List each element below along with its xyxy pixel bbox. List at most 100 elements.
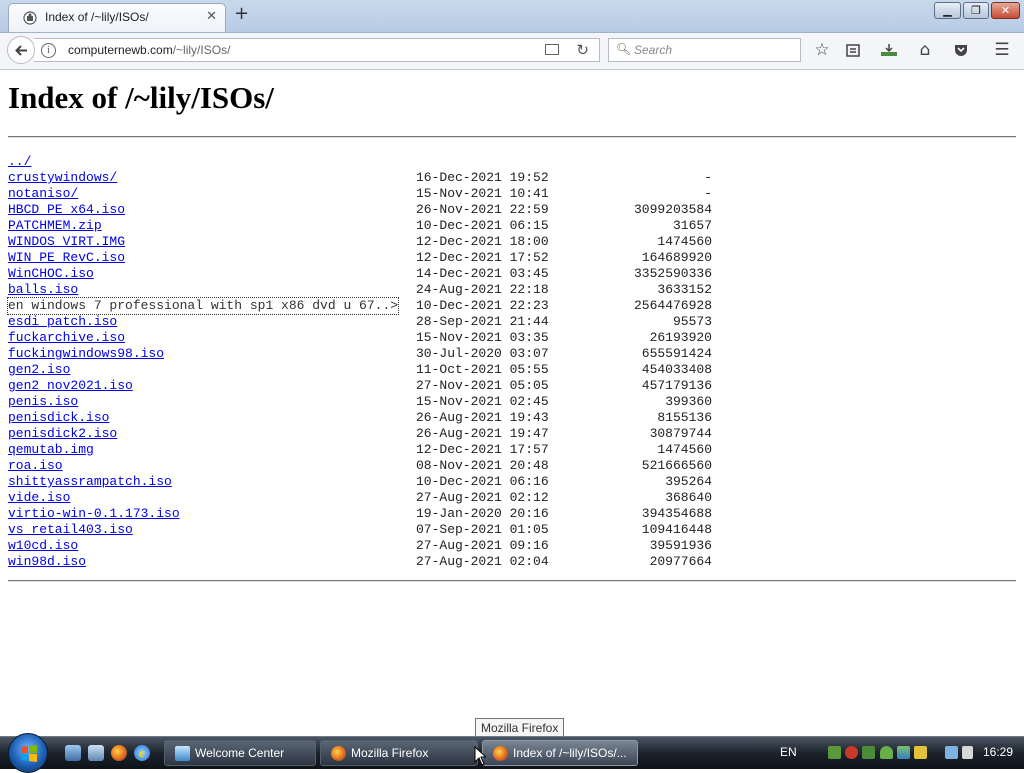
file-size: 2564476928	[633, 298, 712, 313]
file-link[interactable]: WinCHOC.iso	[8, 266, 94, 282]
network-tray-icon[interactable]	[828, 746, 841, 759]
file-link[interactable]: vide.iso	[8, 490, 70, 506]
taskbar-button-firefox[interactable]: Mozilla Firefox	[320, 740, 478, 766]
reload-icon[interactable]: ↻	[576, 41, 589, 59]
file-link[interactable]: win98d.iso	[8, 554, 86, 570]
folder-tray-icon[interactable]	[914, 746, 927, 759]
modified-date: 10-Dec-2021 06:16	[416, 474, 549, 489]
menu-hamburger-icon[interactable]: ☰	[991, 39, 1013, 61]
site-info-icon[interactable]: i	[41, 43, 56, 58]
file-size: 394354688	[641, 506, 712, 521]
file-size: 26193920	[649, 330, 712, 345]
windows-logo-icon	[21, 745, 37, 762]
file-link[interactable]: esdi patch.iso	[8, 314, 117, 330]
bookmark-star-icon[interactable]: ☆	[811, 39, 833, 61]
pocket-icon[interactable]	[950, 39, 972, 61]
internet-explorer-icon[interactable]: e	[134, 745, 150, 761]
modified-date: 24-Aug-2021 22:18	[416, 282, 549, 297]
firefox-quicklaunch-icon[interactable]	[111, 745, 127, 761]
update-tray-icon[interactable]	[862, 746, 875, 759]
reader-view-icon[interactable]	[545, 44, 559, 55]
file-link[interactable]: fuckarchive.iso	[8, 330, 125, 346]
file-link[interactable]: virtio-win-0.1.173.iso	[8, 506, 180, 522]
modified-date: 27-Nov-2021 05:05	[416, 378, 549, 393]
maximize-button[interactable]: ❐	[963, 2, 989, 19]
language-indicator[interactable]: EN	[780, 745, 797, 759]
back-arrow-icon	[15, 45, 27, 56]
file-link[interactable]: qemutab.img	[8, 442, 94, 458]
taskbar-button-index-of-isos[interactable]: Index of /~lily/ISOs/...	[482, 740, 638, 766]
taskbar-button-label: Index of /~lily/ISOs/...	[513, 746, 627, 760]
modified-date: 12-Dec-2021 17:52	[416, 250, 549, 265]
switch-windows-icon[interactable]	[88, 745, 104, 761]
file-link[interactable]: penisdick2.iso	[8, 426, 117, 442]
user-tray-icon[interactable]	[880, 746, 893, 759]
security-alert-tray-icon[interactable]	[845, 746, 858, 759]
tab-title: Index of /~lily/ISOs/	[45, 10, 149, 24]
url-text[interactable]: computernewb.com/~lily/ISOs/	[68, 43, 230, 57]
welcome-center-icon	[175, 746, 190, 761]
directory-link[interactable]: crustywindows/	[8, 170, 117, 186]
sync-tray-icon[interactable]	[897, 746, 910, 759]
file-link[interactable]: fuckingwindows98.iso	[8, 346, 164, 362]
minimize-icon: ▁	[943, 4, 952, 17]
file-link[interactable]: en windows 7 professional with sp1 x86 d…	[6, 297, 400, 315]
file-link[interactable]: PATCHMEM.zip	[8, 218, 102, 234]
file-link[interactable]: w10cd.iso	[8, 538, 78, 554]
close-window-button[interactable]: ✕	[991, 2, 1020, 19]
start-button[interactable]	[8, 733, 48, 773]
minimize-button[interactable]: ▁	[934, 2, 961, 19]
modified-date: 14-Dec-2021 03:45	[416, 266, 549, 281]
tab-close-icon[interactable]: ✕	[206, 9, 217, 24]
tab-strip: Index of /~lily/ISOs/ ✕ + ▁ ❐ ✕	[0, 0, 1024, 33]
file-link[interactable]: gen2.iso	[8, 362, 70, 378]
close-icon: ✕	[1000, 4, 1011, 17]
file-link[interactable]: roa.iso	[8, 458, 63, 474]
file-link[interactable]: HBCD PE x64.iso	[8, 202, 125, 218]
home-icon[interactable]: ⌂	[914, 39, 936, 61]
file-size: -	[704, 186, 712, 201]
volume-tray-icon[interactable]	[962, 746, 973, 759]
file-link[interactable]: penisdick.iso	[8, 410, 109, 426]
new-tab-button[interactable]: +	[234, 5, 249, 23]
file-size: 655591424	[641, 346, 712, 361]
file-link[interactable]: gen2 nov2021.iso	[8, 378, 133, 394]
file-size: 20977664	[649, 554, 712, 569]
firefox-icon	[493, 746, 508, 761]
url-bar[interactable]: i computernewb.com/~lily/ISOs/ ↻	[34, 38, 600, 62]
file-link[interactable]: WIN PE RevC.iso	[8, 250, 125, 266]
taskbar-button-label: Mozilla Firefox	[351, 746, 429, 760]
modified-date: 10-Dec-2021 06:15	[416, 218, 549, 233]
modified-date: 19-Jan-2020 20:16	[416, 506, 549, 521]
network-connection-tray-icon[interactable]	[945, 746, 958, 759]
show-desktop-icon[interactable]	[65, 745, 81, 761]
file-size: 395264	[665, 474, 712, 489]
tab-index-of-isos[interactable]: Index of /~lily/ISOs/ ✕	[8, 3, 226, 32]
back-button[interactable]	[7, 36, 35, 64]
file-link[interactable]: shittyassrampatch.iso	[8, 474, 172, 490]
modified-date: 28-Sep-2021 21:44	[416, 314, 549, 329]
page-favicon-icon	[23, 11, 37, 25]
reading-list-icon[interactable]	[842, 39, 864, 61]
taskbar-button-welcome-center[interactable]: Welcome Center	[164, 740, 316, 766]
search-bar[interactable]: 🔍︎ Search	[608, 38, 801, 62]
mouse-cursor-icon	[474, 746, 486, 766]
modified-date: 15-Nov-2021 10:41	[416, 186, 549, 201]
system-clock[interactable]: 16:29	[983, 745, 1013, 759]
file-size: 3633152	[657, 282, 712, 297]
file-link[interactable]: penis.iso	[8, 394, 78, 410]
downloads-icon[interactable]	[878, 39, 900, 61]
modified-date: 26-Nov-2021 22:59	[416, 202, 549, 217]
file-size: 457179136	[641, 378, 712, 393]
file-link[interactable]: balls.iso	[8, 282, 78, 298]
search-icon: 🔍︎	[616, 42, 632, 56]
file-link[interactable]: WINDOS VIRT.IMG	[8, 234, 125, 250]
directory-link[interactable]: ../	[8, 154, 31, 170]
navigation-toolbar: i computernewb.com/~lily/ISOs/ ↻ 🔍︎ Sear…	[0, 33, 1024, 70]
search-placeholder: Search	[634, 43, 673, 57]
file-size: 3099203584	[633, 202, 712, 217]
top-divider	[8, 136, 1016, 138]
modified-date: 12-Dec-2021 17:57	[416, 442, 549, 457]
file-link[interactable]: vs retail403.iso	[8, 522, 133, 538]
directory-link[interactable]: notaniso/	[8, 186, 78, 202]
